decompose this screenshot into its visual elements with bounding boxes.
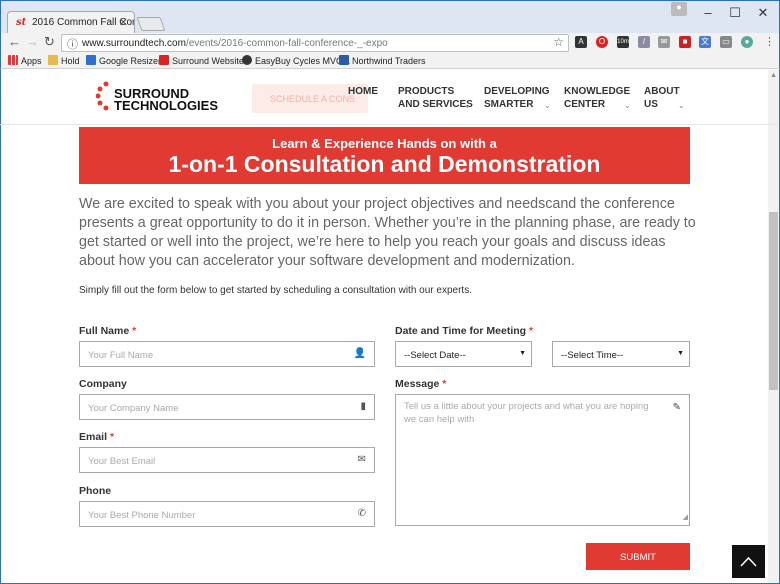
new-tab-button[interactable] <box>136 17 166 31</box>
form-instructions: Simply fill out the form below to get st… <box>79 285 472 296</box>
bookmark-apps[interactable]: Apps <box>8 55 42 66</box>
bulb-extension-icon[interactable]: ● <box>741 36 753 48</box>
globe-icon <box>242 55 252 65</box>
scrollbar-thumb[interactable] <box>769 212 778 390</box>
pencil-icon: ✎ <box>672 402 681 413</box>
message-label: Message * <box>395 378 447 390</box>
chevron-down-icon: ⌄ <box>624 101 631 110</box>
reload-icon[interactable]: ↻ <box>44 34 55 50</box>
menu-icon[interactable]: ⋮ <box>764 35 775 48</box>
email-input[interactable]: Your Best Email ✉ <box>79 447 375 473</box>
chevron-up-icon <box>740 556 757 567</box>
eyedropper-extension-icon[interactable]: / <box>638 36 650 48</box>
email-label: Email * <box>79 431 115 443</box>
site-favicon-icon: st <box>16 17 27 28</box>
minimize-icon[interactable]: – <box>698 5 718 20</box>
phone-input[interactable]: Your Best Phone Number ✆ <box>79 501 375 527</box>
forward-icon[interactable]: → <box>26 34 39 49</box>
timer-extension-icon[interactable]: 10m <box>617 36 629 48</box>
dropdown-arrow-icon: ▼ <box>519 350 526 357</box>
user-icon: 👤 <box>353 348 366 359</box>
surround-icon <box>159 55 169 65</box>
full-name-label: Full Name * <box>79 325 137 337</box>
folder-icon <box>48 55 58 65</box>
close-tab-icon[interactable]: ✕ <box>119 16 128 29</box>
page-icon <box>339 55 349 65</box>
nav-products-and-services[interactable]: PRODUCTS AND SERVICES ⌄ <box>398 85 473 111</box>
building-icon: ▮ <box>360 401 366 412</box>
company-input[interactable]: Your Company Name ▮ <box>79 394 375 420</box>
nav-home[interactable]: HOME <box>348 85 378 98</box>
window-extension-icon[interactable]: ▭ <box>720 36 732 48</box>
address-bar[interactable]: ⓘ www.surroundtech.com/events/2016-commo… <box>61 34 569 52</box>
time-select[interactable]: --Select Time-- ▼ <box>552 341 690 367</box>
chevron-down-icon: ⌄ <box>544 101 551 110</box>
bookmarks-bar: Apps Hold Google Resizer Surround Websit… <box>0 53 780 69</box>
pdf-extension-icon[interactable]: A <box>575 36 587 48</box>
banner-title: 1-on-1 Consultation and Demonstration <box>168 151 601 177</box>
bookmark-surround-website[interactable]: Surround Website <box>159 55 244 66</box>
nav-knowledge-center[interactable]: KNOWLEDGE CENTER ⌄ <box>564 85 631 111</box>
phone-label: Phone <box>79 485 112 497</box>
phone-icon: ✆ <box>357 508 366 519</box>
bookmark-google-resizer[interactable]: Google Resizer <box>86 55 161 66</box>
datetime-label: Date and Time for Meeting * <box>395 325 534 337</box>
resize-handle-icon[interactable]: ◢ <box>683 511 688 524</box>
intro-paragraph: We are excited to speak with you about y… <box>79 196 696 269</box>
hero-banner: Learn & Experience Hands on with a 1-on-… <box>79 127 690 184</box>
submit-button[interactable]: SUBMIT <box>586 543 690 570</box>
profile-icon[interactable]: ● <box>671 2 687 16</box>
company-label: Company <box>79 378 127 390</box>
browser-tab[interactable]: st 2016 Common Fall Confe ✕ <box>7 11 135 35</box>
opera-extension-icon[interactable]: O <box>596 36 608 48</box>
apps-icon <box>8 55 18 65</box>
nav-developing-smarter[interactable]: DEVELOPING SMARTER ⌄ <box>484 85 551 111</box>
resizer-icon <box>86 55 96 65</box>
address-text: www.surroundtech.com/events/2016-common-… <box>82 38 388 49</box>
logo-dots-icon <box>96 81 109 111</box>
back-icon[interactable]: ← <box>8 34 21 49</box>
chevron-down-icon: ⌄ <box>464 101 471 110</box>
mail-extension-icon[interactable]: ✉ <box>658 36 670 48</box>
message-textarea[interactable]: Tell us a little about your projects and… <box>395 394 690 526</box>
save-extension-icon[interactable]: ■ <box>679 36 691 48</box>
full-name-input[interactable]: Your Full Name 👤 <box>79 341 375 367</box>
bookmark-star-icon[interactable]: ☆ <box>553 35 564 49</box>
company-logo[interactable]: SURROUND TECHNOLOGIES <box>96 80 241 114</box>
bookmark-hold[interactable]: Hold <box>48 55 80 66</box>
back-to-top-button[interactable] <box>732 545 765 578</box>
logo-text: SURROUND TECHNOLOGIES <box>114 86 219 113</box>
nav-about-us[interactable]: ABOUT US ⌄ <box>644 85 685 111</box>
maximize-icon[interactable]: ☐ <box>725 5 745 21</box>
bookmark-northwind[interactable]: Northwind Traders <box>339 55 426 66</box>
envelope-icon: ✉ <box>357 454 366 465</box>
browser-toolbar: ← → ↻ ⓘ www.surroundtech.com/events/2016… <box>0 33 780 53</box>
header-divider <box>0 124 778 125</box>
browser-tab-strip: st 2016 Common Fall Confe ✕ ● – ☐ ✕ <box>0 0 780 35</box>
banner-subtitle: Learn & Experience Hands on with a <box>272 136 497 151</box>
dropdown-arrow-icon: ▼ <box>677 350 684 357</box>
bookmark-easybuy[interactable]: EasyBuy Cycles MVC L <box>242 55 350 66</box>
date-select[interactable]: --Select Date-- ▼ <box>395 341 532 367</box>
close-window-icon[interactable]: ✕ <box>753 5 773 21</box>
translate-extension-icon[interactable]: 文 <box>699 36 711 48</box>
scroll-up-icon[interactable]: ▲ <box>770 72 777 79</box>
chevron-down-icon: ⌄ <box>678 101 685 110</box>
info-icon[interactable]: ⓘ <box>67 36 78 52</box>
